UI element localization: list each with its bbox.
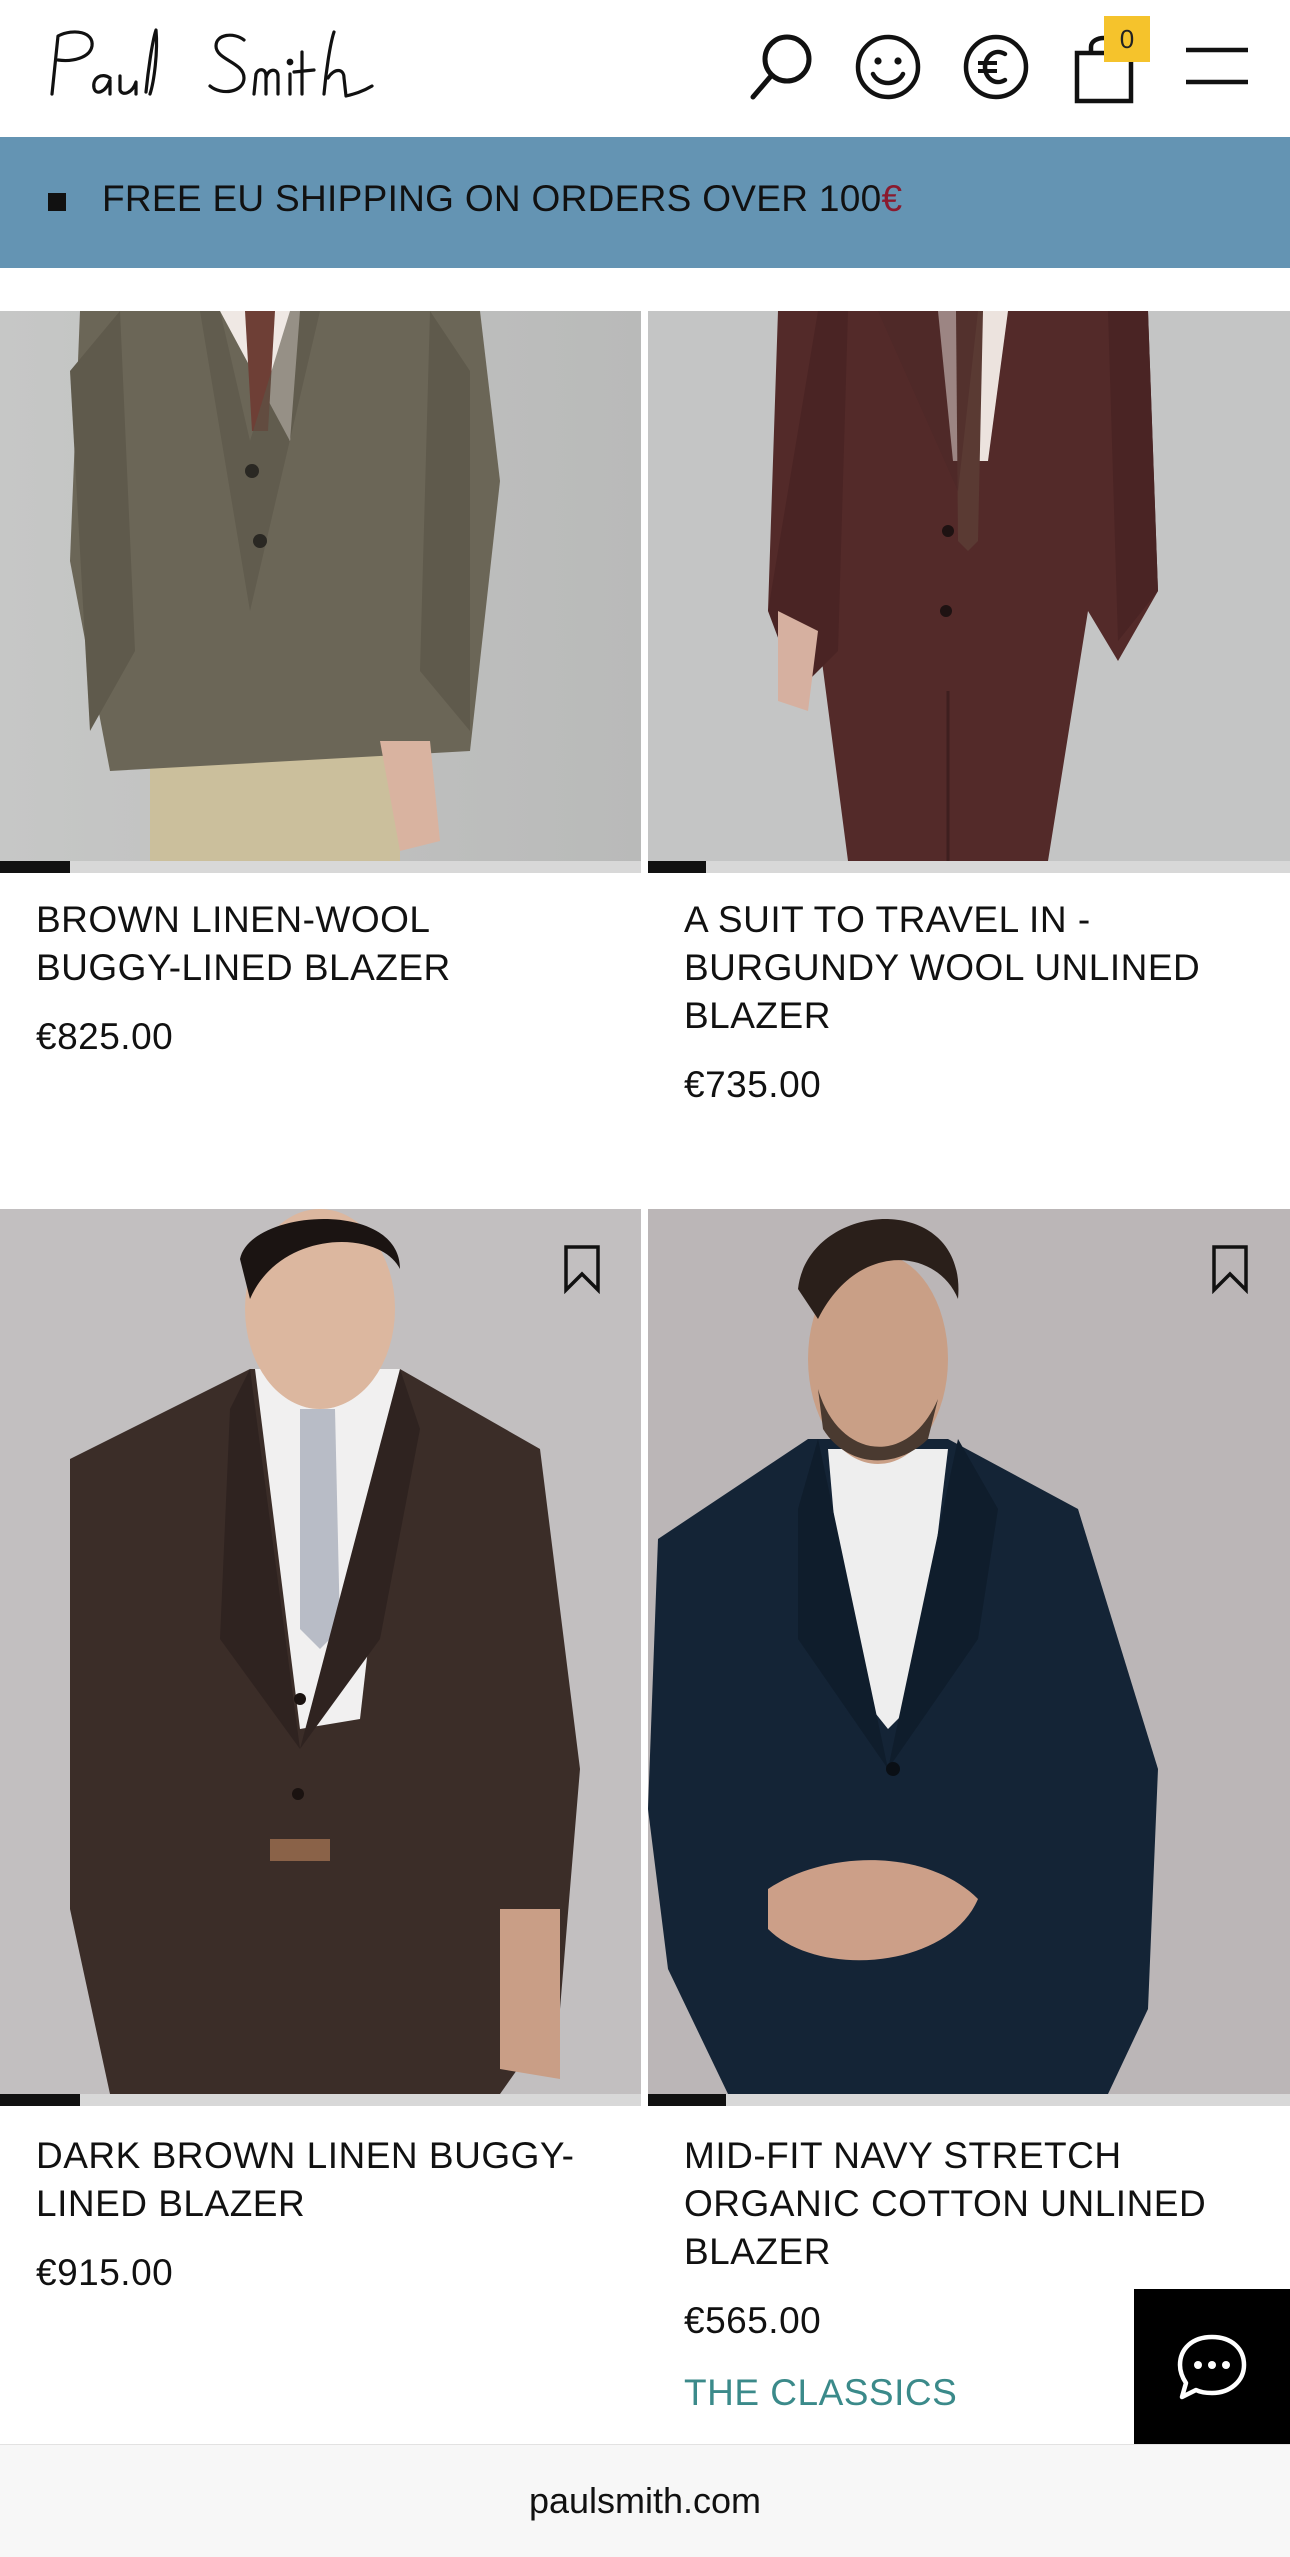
- image-carousel-progress: [0, 2094, 641, 2106]
- bookmark-icon[interactable]: [1210, 1244, 1250, 1295]
- collection-tag[interactable]: THE CLASSICS: [684, 2372, 957, 2414]
- image-carousel-progress: [0, 861, 641, 873]
- product-image-navy-cotton-blazer[interactable]: [648, 1209, 1290, 2094]
- product-title[interactable]: A SUIT TO TRAVEL IN - BURGUNDY WOOL UNLIN…: [684, 896, 1200, 1040]
- image-carousel-progress: [648, 2094, 1290, 2106]
- product-title[interactable]: BROWN LINEN-WOOL BUGGY-LINED BLAZER: [36, 896, 451, 992]
- promo-bullet-icon: [48, 193, 66, 211]
- site-header: 0: [0, 0, 1290, 137]
- search-icon[interactable]: [736, 22, 826, 112]
- menu-icon[interactable]: [1172, 22, 1262, 112]
- product-price: €735.00: [684, 1064, 822, 1105]
- bookmark-icon[interactable]: [562, 1244, 602, 1295]
- product-title[interactable]: MID-FIT NAVY STRETCH ORGANIC COTTON UNLIN…: [684, 2132, 1206, 2276]
- promo-text: FREE EU SHIPPING ON ORDERS OVER 100€: [102, 178, 903, 219]
- account-icon[interactable]: [843, 22, 933, 112]
- product-price: €565.00: [684, 2300, 822, 2341]
- url-text[interactable]: paulsmith.com: [0, 2480, 1290, 2522]
- product-image-dark-brown-linen-blazer[interactable]: [0, 1209, 641, 2094]
- product-price: €825.00: [36, 1016, 174, 1057]
- image-carousel-progress: [648, 861, 1290, 873]
- chat-icon: [1177, 2334, 1247, 2400]
- product-title[interactable]: DARK BROWN LINEN BUGGY- LINED BLAZER: [36, 2132, 575, 2228]
- paul-smith-logo[interactable]: [44, 22, 384, 117]
- currency-icon[interactable]: [951, 22, 1041, 112]
- product-image-burgundy-wool-blazer[interactable]: [648, 311, 1290, 861]
- cart-count-badge: 0: [1104, 16, 1150, 62]
- product-price: €915.00: [36, 2252, 174, 2293]
- chat-button[interactable]: [1134, 2289, 1290, 2445]
- product-image-brown-linen-wool-blazer[interactable]: [0, 311, 641, 861]
